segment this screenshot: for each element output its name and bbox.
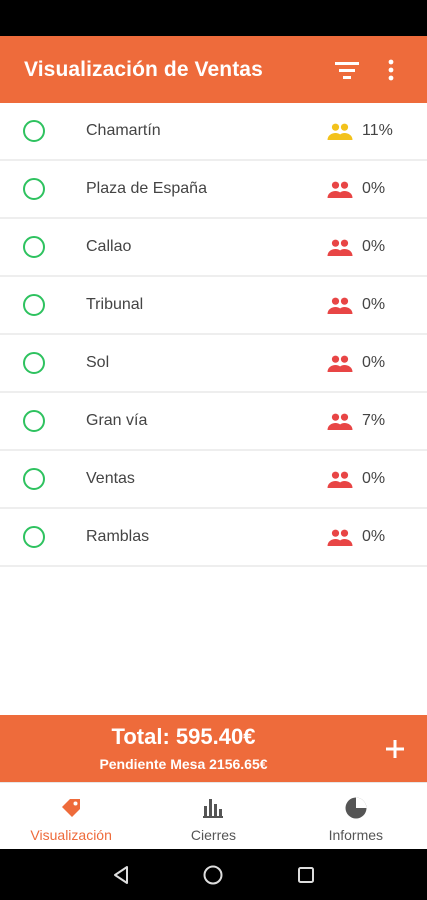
more-options-button[interactable] xyxy=(369,48,413,92)
home-icon xyxy=(203,865,223,884)
select-radio[interactable] xyxy=(23,526,45,548)
people-icon xyxy=(327,471,353,488)
people-icon xyxy=(327,123,353,140)
app-bar: Visualización de Ventas xyxy=(0,36,427,103)
select-radio[interactable] xyxy=(23,178,45,200)
tag-icon xyxy=(58,795,84,821)
list-item[interactable]: Plaza de España 0% xyxy=(0,161,427,219)
people-icon xyxy=(327,239,353,256)
select-radio[interactable] xyxy=(23,410,45,432)
people-icon xyxy=(327,529,353,546)
select-radio[interactable] xyxy=(23,352,45,374)
filter-button[interactable] xyxy=(325,48,369,92)
list-item[interactable]: Gran vía 7% xyxy=(0,393,427,451)
select-radio[interactable] xyxy=(23,294,45,316)
bottom-navigation: Visualización Cierres Informes xyxy=(0,782,427,849)
list-item[interactable]: Callao 0% xyxy=(0,219,427,277)
nav-item-informes[interactable]: Informes xyxy=(285,783,427,849)
nav-label: Informes xyxy=(328,827,384,843)
occupancy-percent: 0% xyxy=(362,354,386,371)
back-button[interactable] xyxy=(101,855,141,895)
occupancy-percent: 0% xyxy=(362,180,386,197)
location-name: Ventas xyxy=(86,470,135,487)
people-icon xyxy=(327,355,353,372)
app-bar-actions xyxy=(325,36,413,103)
location-name: Callao xyxy=(86,238,132,255)
occupancy-percent: 0% xyxy=(362,296,386,313)
list-item[interactable]: Sol 0% xyxy=(0,335,427,393)
list-item[interactable]: Chamartín 11% xyxy=(0,103,427,161)
occupancy-percent: 7% xyxy=(362,412,386,429)
plus-icon xyxy=(386,740,404,758)
select-radio[interactable] xyxy=(23,236,45,258)
pie-chart-icon xyxy=(343,795,369,821)
add-button[interactable] xyxy=(373,727,417,771)
nav-label: Visualización xyxy=(30,827,112,843)
location-name: Chamartín xyxy=(86,122,161,139)
total-amount: Total: 595.40€ xyxy=(111,724,256,749)
occupancy-percent: 11% xyxy=(362,122,393,139)
pending-amount: Pendiente Mesa 2156.65€ xyxy=(99,756,268,772)
select-radio[interactable] xyxy=(23,120,45,142)
nav-item-visualizacion[interactable]: Visualización xyxy=(0,783,142,849)
nav-item-cierres[interactable]: Cierres xyxy=(142,783,284,849)
list-item[interactable]: Ramblas 0% xyxy=(0,509,427,567)
occupancy-percent: 0% xyxy=(362,470,386,487)
list-item[interactable]: Tribunal 0% xyxy=(0,277,427,335)
page-title: Visualización de Ventas xyxy=(24,57,263,81)
people-icon xyxy=(327,297,353,314)
location-name: Ramblas xyxy=(86,528,150,545)
totals-bar: Total: 595.40€ Pendiente Mesa 2156.65€ xyxy=(0,715,427,782)
back-icon xyxy=(114,865,129,884)
filter-icon xyxy=(335,61,359,79)
occupancy-percent: 0% xyxy=(362,528,386,545)
people-icon xyxy=(327,181,353,198)
location-name: Sol xyxy=(86,354,110,371)
locations-list: Chamartín 11% Plaza de España 0% Callao 0% Tri… xyxy=(0,103,427,715)
recents-icon xyxy=(297,866,314,883)
location-name: Plaza de España xyxy=(86,180,207,197)
location-name: Gran vía xyxy=(86,412,148,429)
more-vert-icon xyxy=(388,59,394,80)
occupancy-percent: 0% xyxy=(362,238,386,255)
people-icon xyxy=(327,413,353,430)
list-item[interactable]: Ventas 0% xyxy=(0,451,427,509)
home-button[interactable] xyxy=(193,855,233,895)
bar-chart-icon xyxy=(200,795,226,821)
select-radio[interactable] xyxy=(23,468,45,490)
location-name: Tribunal xyxy=(86,296,144,313)
nav-label: Cierres xyxy=(190,827,237,843)
status-bar xyxy=(0,0,427,36)
recents-button[interactable] xyxy=(286,855,326,895)
system-navigation-bar xyxy=(0,849,427,900)
